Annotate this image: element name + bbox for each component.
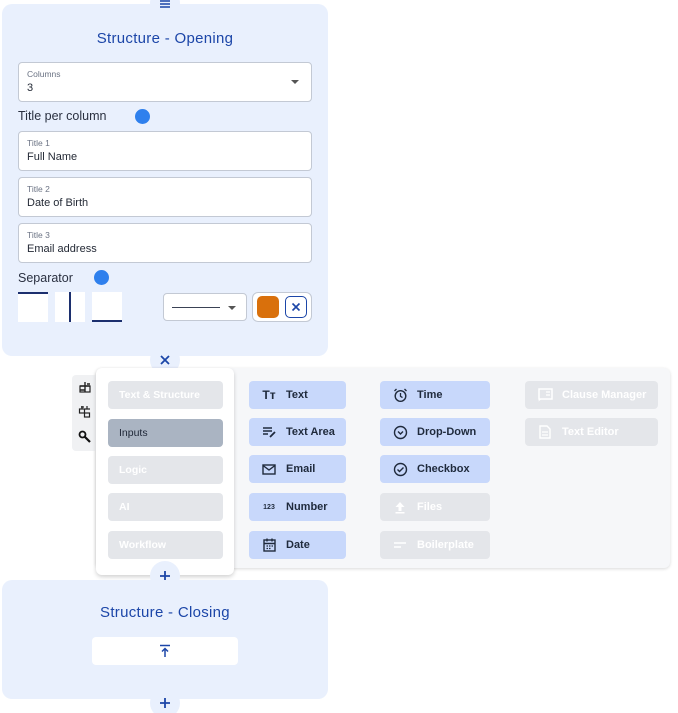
tab-table[interactable] <box>76 377 94 397</box>
title-1-label: Title 1 <box>27 138 50 148</box>
clause-icon <box>537 387 553 403</box>
tool-boilerplate-label: Boilerplate <box>417 539 474 551</box>
line-style-select[interactable] <box>163 293 247 321</box>
number-icon: 123 <box>263 503 275 511</box>
alarm-icon <box>392 387 408 403</box>
tab-grid[interactable] <box>76 402 94 422</box>
tool-drop-down-label: Drop-Down <box>417 426 477 438</box>
check-circle-icon <box>392 461 408 477</box>
title-3-value: Email address <box>27 243 97 255</box>
title-3-label: Title 3 <box>27 230 50 240</box>
tool-clause-manager-label: Clause Manager <box>562 389 647 401</box>
separator-toggle[interactable] <box>94 270 109 285</box>
opening-title: Structure - Opening <box>96 30 234 47</box>
category-inputs[interactable]: Inputs <box>108 419 223 447</box>
calendar-icon <box>261 537 277 553</box>
category-ai[interactable]: AI <box>108 493 223 521</box>
columns-value: 3 <box>27 82 34 94</box>
separator-top-option[interactable] <box>18 292 48 322</box>
tool-text[interactable]: Tт Text <box>249 381 346 409</box>
tool-time[interactable]: Time <box>380 381 490 409</box>
title-1-field[interactable]: Title 1 Full Name <box>18 131 312 171</box>
grid-add-icon <box>78 406 91 418</box>
wrench-icon <box>78 430 91 443</box>
closing-title: Structure - Closing <box>100 604 230 621</box>
tool-text-label: Text <box>286 389 308 401</box>
tab-tools[interactable] <box>76 427 94 447</box>
dropdown-icon <box>392 424 408 440</box>
move-to-top-button[interactable] <box>92 637 238 665</box>
document-icon <box>537 424 553 440</box>
short-text-icon <box>392 537 408 553</box>
tool-email[interactable]: Email <box>249 455 346 483</box>
title-2-value: Date of Birth <box>27 197 89 209</box>
category-logic[interactable]: Logic <box>108 456 223 484</box>
tool-time-label: Time <box>417 389 443 401</box>
tool-text-area[interactable]: Text Area <box>249 418 346 446</box>
tool-text-area-label: Text Area <box>286 426 335 438</box>
email-icon <box>261 461 277 477</box>
plus-icon <box>160 698 170 708</box>
separator-label: Separator <box>18 271 73 285</box>
clear-color-button[interactable] <box>285 296 307 318</box>
chevron-down-icon <box>228 306 236 310</box>
separator-vertical-option[interactable] <box>55 292 85 322</box>
title-2-label: Title 2 <box>27 184 50 194</box>
line-style-preview <box>172 307 220 308</box>
tool-checkbox-label: Checkbox <box>417 463 470 475</box>
separator-vertical-line <box>69 292 71 322</box>
tool-clause-manager[interactable]: Clause Manager <box>525 381 658 409</box>
tool-number-label: Number <box>286 501 328 513</box>
tool-files[interactable]: Files <box>380 493 490 521</box>
tool-text-editor[interactable]: Text Editor <box>525 418 658 446</box>
add-bottom-button[interactable] <box>150 688 180 713</box>
tool-email-label: Email <box>286 463 316 475</box>
tool-date[interactable]: Date <box>249 531 346 559</box>
palette-side-tabs <box>72 375 98 451</box>
columns-select[interactable]: Columns 3 <box>18 62 312 102</box>
vertical-align-top-icon <box>160 644 170 657</box>
tool-drop-down[interactable]: Drop-Down <box>380 418 490 446</box>
tool-text-editor-label: Text Editor <box>562 426 619 438</box>
category-text-structure[interactable]: Text & Structure <box>108 381 223 409</box>
title-2-field[interactable]: Title 2 Date of Birth <box>18 177 312 217</box>
close-icon <box>160 355 170 365</box>
separator-bottom-option[interactable] <box>92 292 122 322</box>
tool-checkbox[interactable]: Checkbox <box>380 455 490 483</box>
close-icon <box>291 302 301 312</box>
text-icon: Tт <box>262 388 276 402</box>
category-workflow[interactable]: Workflow <box>108 531 223 559</box>
tool-files-label: Files <box>417 501 443 513</box>
chevron-down-icon <box>291 80 299 84</box>
tool-date-label: Date <box>286 539 310 551</box>
title-per-column-toggle[interactable] <box>135 109 150 124</box>
separator-color-swatch[interactable] <box>257 296 279 318</box>
title-per-column-label: Title per column <box>18 109 107 123</box>
upload-icon <box>392 499 408 515</box>
title-3-field[interactable]: Title 3 Email address <box>18 223 312 263</box>
title-1-value: Full Name <box>27 151 78 163</box>
table-add-icon <box>79 382 91 393</box>
menu-icon <box>160 0 170 8</box>
tool-number[interactable]: 123 Number <box>249 493 346 521</box>
text-area-icon <box>261 424 277 440</box>
tool-boilerplate[interactable]: Boilerplate <box>380 531 490 559</box>
columns-label: Columns <box>27 69 61 79</box>
